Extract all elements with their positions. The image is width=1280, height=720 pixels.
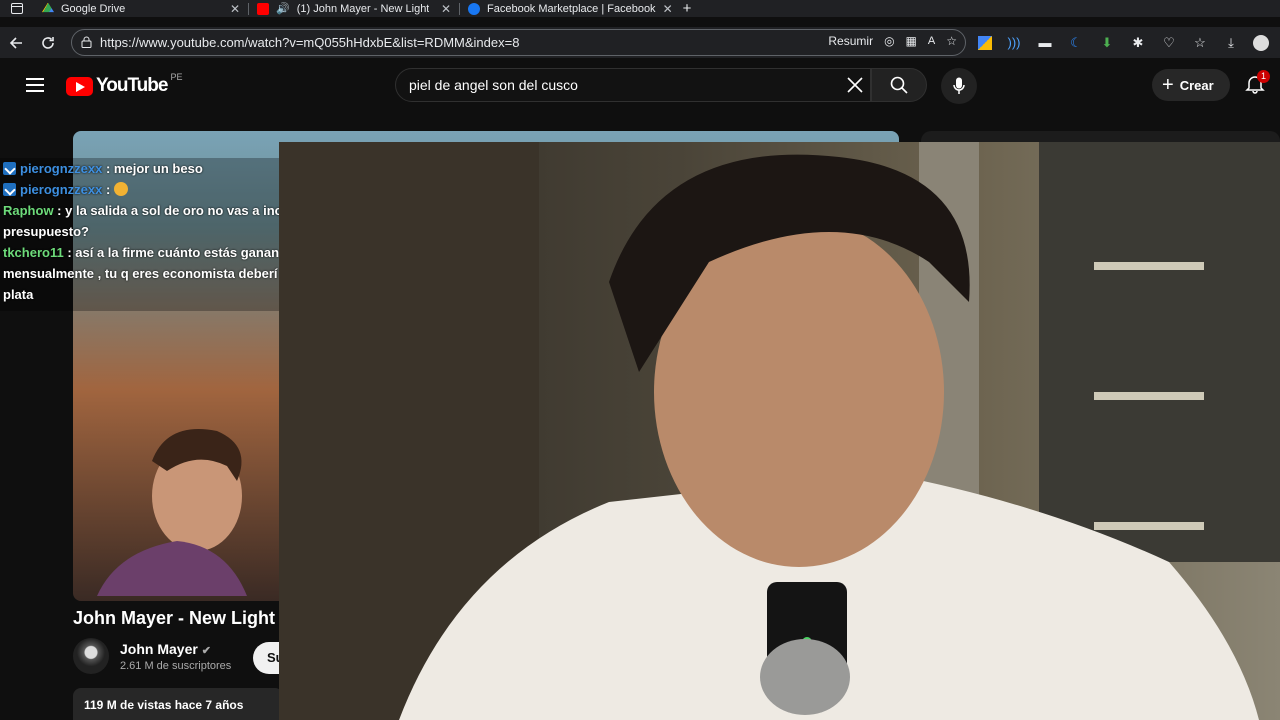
close-tab-icon[interactable]: ✕ (441, 2, 451, 16)
browser-essentials-icon[interactable]: ♡ (1160, 34, 1178, 52)
chat-text: así a la firme cuánto estás ganan (75, 245, 279, 260)
search-query[interactable]: piel de angel son del cusco (409, 77, 578, 93)
youtube-logo[interactable]: YouTube PE (66, 72, 183, 97)
search-button[interactable] (871, 68, 927, 102)
kick-platform-icon (3, 162, 16, 175)
downloads-icon[interactable]: ⤓ (1222, 34, 1240, 52)
kick-platform-icon (3, 183, 16, 196)
facebook-icon (468, 2, 480, 15)
webcam-overlay (279, 142, 1280, 720)
extension-moon-icon[interactable]: ☾ (1067, 34, 1085, 52)
favorite-star-icon[interactable]: ☆ (946, 34, 957, 48)
chat-username: pierognzzexx (20, 161, 103, 176)
close-tab-icon[interactable]: ✕ (663, 2, 673, 16)
menu-icon[interactable] (26, 78, 44, 92)
chat-text: mensualmente , tu q eres economista debe… (3, 266, 278, 281)
chat-message: Raphow : y la salida a sol de oro no vas… (3, 200, 279, 221)
logo-text: YouTube (96, 75, 168, 96)
chat-text: plata (3, 287, 34, 302)
chat-username: Raphow (3, 203, 54, 218)
address-bar[interactable]: https://www.youtube.com/watch?v=mQ055hHd… (71, 29, 966, 56)
back-arrow-icon[interactable] (0, 27, 32, 58)
profile-avatar[interactable] (1253, 34, 1269, 51)
tab-facebook[interactable]: Facebook Marketplace | Facebook ✕ (460, 0, 673, 17)
chat-text: mejor un beso (113, 161, 203, 176)
browser-toolbar: https://www.youtube.com/watch?v=mQ055hHd… (0, 27, 1280, 58)
tab-title: (1) John Mayer - New Light ( (296, 2, 429, 15)
country-code: PE (170, 72, 183, 82)
tab-actions-icon[interactable] (0, 0, 34, 17)
search-icon (890, 76, 908, 94)
new-tab-button[interactable]: + (672, 0, 702, 17)
summarize-button[interactable]: Resumir (828, 34, 873, 48)
channel-info: John Mayer ✔ 2.61 M de suscriptores (73, 638, 231, 674)
extension-download-icon[interactable]: ⬇ (1098, 34, 1116, 52)
chat-message-continuation: mensualmente , tu q eres economista debe… (3, 263, 279, 284)
plus-icon: + (1162, 73, 1174, 96)
extension-translate-icon[interactable] (978, 35, 992, 50)
browser-tab-bar: Google Drive ✕ 🔊 (1) John Mayer - New Li… (0, 0, 1280, 17)
tab-title: Google Drive (61, 2, 126, 15)
copilot-icon[interactable]: ◎ (884, 34, 894, 48)
extensions-puzzle-icon[interactable]: ✱ (1129, 34, 1147, 52)
channel-avatar[interactable] (73, 638, 109, 674)
streamer-camera-feed (279, 142, 1280, 720)
reload-icon[interactable] (32, 27, 64, 58)
youtube-play-icon (66, 76, 93, 96)
url-text[interactable]: https://www.youtube.com/watch?v=mQ055hHd… (100, 35, 519, 50)
video-title: John Mayer - New Light ( (73, 608, 287, 628)
favorites-icon[interactable]: ☆ (1191, 34, 1209, 52)
create-label: Crear (1179, 77, 1214, 93)
search-input[interactable]: piel de angel son del cusco (395, 68, 871, 102)
chat-message-continuation: presupuesto? (3, 221, 279, 242)
read-aloud-icon[interactable]: A (928, 35, 935, 47)
voice-search-button[interactable] (941, 68, 977, 104)
audio-playing-icon[interactable]: 🔊 (276, 2, 290, 15)
clear-search-icon[interactable] (846, 76, 864, 94)
youtube-header: YouTube PE piel de angel son del cusco +… (0, 62, 1280, 108)
extension-audio-icon[interactable]: ))) (1005, 34, 1023, 52)
close-tab-icon[interactable]: ✕ (230, 2, 240, 16)
video-stats: 119 M de vistas hace 7 años (73, 688, 283, 720)
chat-message: pierognzzexx : mejor un beso (3, 158, 279, 179)
google-drive-icon (42, 2, 54, 13)
verified-icon: ✔ (201, 644, 211, 657)
chat-text: presupuesto? (3, 224, 89, 239)
extensions-row: ))) ▬ ☾ ⬇ ✱ ♡ ☆ ⤓ (978, 27, 1269, 58)
lock-icon[interactable] (81, 36, 92, 48)
extension-dark-icon[interactable]: ▬ (1036, 34, 1054, 52)
channel-name[interactable]: John Mayer ✔ (120, 641, 231, 657)
chat-text: y la salida a sol de oro no vas a incl (65, 203, 279, 218)
chat-username: pierognzzexx (20, 182, 103, 197)
emoji-icon (113, 182, 128, 196)
youtube-icon (257, 2, 269, 15)
chat-message: pierognzzexx : (3, 179, 279, 200)
microphone-icon (953, 77, 965, 94)
notifications-button[interactable]: 1 (1245, 70, 1270, 96)
artist-photo (97, 429, 247, 596)
create-button[interactable]: + Crear (1152, 69, 1230, 101)
chat-message: tkchero11 : así a la firme cuánto estás … (3, 245, 279, 260)
tab-google-drive[interactable]: Google Drive ✕ (34, 0, 248, 17)
notification-badge: 1 (1257, 70, 1270, 83)
chat-message-continuation: plata (3, 284, 279, 305)
subscriber-count: 2.61 M de suscriptores (120, 659, 232, 672)
apps-icon[interactable]: ▦ (906, 34, 917, 48)
chat-username: tkchero11 (3, 245, 64, 260)
tab-title: Facebook Marketplace | Facebook (487, 2, 656, 15)
chat-overlay: pierognzzexx : mejor un beso pierognzzex… (0, 158, 279, 311)
tab-youtube[interactable]: 🔊 (1) John Mayer - New Light ( ✕ (249, 0, 459, 17)
